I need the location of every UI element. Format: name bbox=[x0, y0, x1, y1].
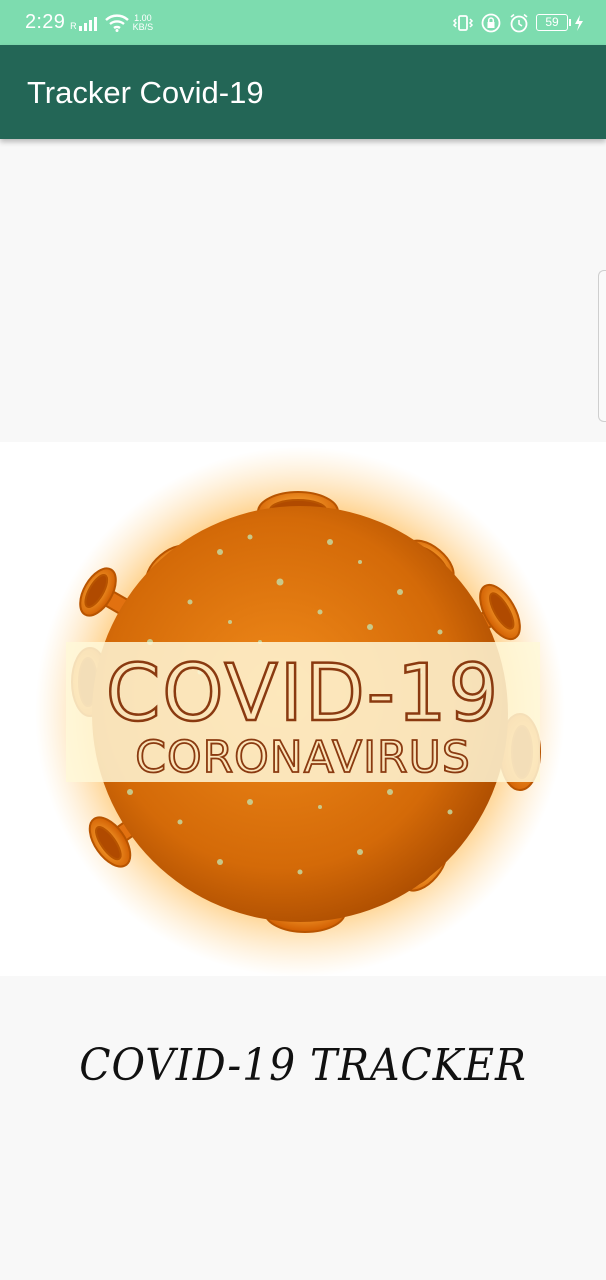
coronavirus-illustration: COVID-19 CORONAVIRUS bbox=[35, 447, 565, 976]
alarm-icon bbox=[510, 13, 528, 32]
network-speed: 1.00 KB/S bbox=[132, 13, 154, 32]
status-time: 2:29 bbox=[25, 11, 66, 33]
status-right-icons: 59 bbox=[452, 13, 584, 33]
vibrate-icon bbox=[452, 14, 474, 31]
lock-icon bbox=[481, 13, 501, 32]
hero-subline: CORONAVIRUS bbox=[135, 732, 471, 783]
covid-hero-image: COVID-19 CORONAVIRUS bbox=[0, 442, 606, 976]
app-title: Tracker Covid-19 bbox=[27, 75, 264, 110]
roaming-indicator: R bbox=[70, 20, 77, 31]
hero-headline: COVID-19 bbox=[106, 649, 500, 739]
signal-icon bbox=[78, 16, 97, 31]
tracker-title: COVID-19 TRACKER bbox=[79, 1040, 527, 1091]
network-speed-unit: KB/S bbox=[132, 21, 154, 32]
charging-icon bbox=[575, 14, 583, 31]
wifi-icon bbox=[104, 13, 129, 32]
battery-icon: 59 bbox=[536, 14, 571, 31]
status-bar: 2:29 R 1.00 KB/S 59 bbox=[0, 0, 606, 45]
scroll-edge-handle[interactable] bbox=[598, 270, 606, 422]
app-bar: Tracker Covid-19 bbox=[0, 45, 606, 139]
